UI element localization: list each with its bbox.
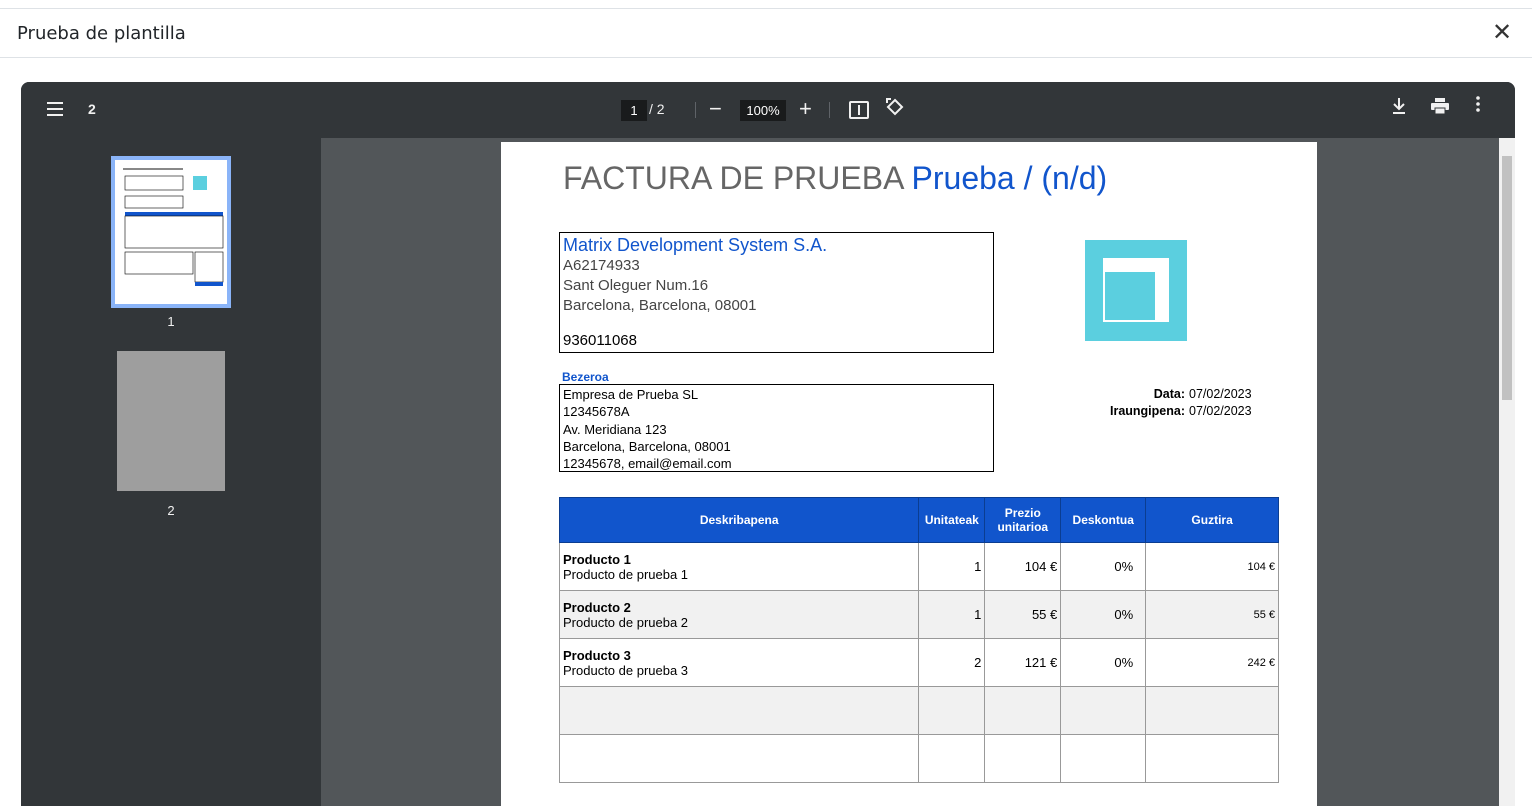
client-tax-id: 12345678A: [563, 404, 630, 420]
product-desc: Producto de prueba 1: [563, 566, 689, 582]
pdf-viewer: 2 1 / 2 − 100% + 1 2 FACTURA DE PRUEBA P…: [21, 82, 1515, 806]
table-row-empty: [558, 686, 1279, 735]
seller-box: Matrix Development System S.A. A62174933…: [559, 232, 994, 353]
client-label: Bezeroa: [562, 370, 609, 384]
page-number-input[interactable]: 1: [621, 100, 647, 121]
table-row: Producto 3 Producto de prueba 3 2 121 € 0…: [558, 638, 1279, 687]
price-cell: 121 €: [984, 638, 1062, 687]
col-description: Deskribapena: [558, 497, 920, 543]
invoice-title-main: FACTURA DE PRUEBA: [563, 160, 903, 196]
col-total: Guztira: [1145, 497, 1279, 543]
company-logo: [1085, 240, 1187, 341]
client-address: Av. Meridiana 123: [563, 421, 667, 437]
modal-title: Prueba de plantilla: [17, 23, 186, 44]
product-name: Producto 3: [563, 647, 631, 663]
invoice-meta: Data: 07/02/2023 Iraungipena: 07/02/2023: [1061, 386, 1261, 420]
price-cell: 55 €: [984, 590, 1062, 639]
discount-cell: 0%: [1060, 542, 1147, 591]
client-contact: 12345678, email@email.com: [563, 456, 732, 472]
scrollbar[interactable]: [1499, 138, 1515, 806]
items-table: Deskribapena Unitateak Prezio unitarioa …: [558, 497, 1279, 783]
fit-page-icon[interactable]: [849, 101, 869, 119]
due-value: 07/02/2023: [1189, 404, 1252, 418]
download-icon[interactable]: [1391, 97, 1407, 120]
price-cell: 104 €: [984, 542, 1062, 591]
zoom-in-button[interactable]: +: [799, 96, 812, 122]
seller-address: Sant Oleguer Num.16: [563, 277, 709, 294]
menu-icon[interactable]: [47, 102, 63, 116]
seller-phone: 936011068: [563, 332, 637, 349]
table-row-empty: [558, 734, 1279, 783]
units-cell: 1: [918, 542, 986, 591]
invoice-title: FACTURA DE PRUEBA Prueba / (n/d): [563, 160, 1107, 197]
due-label: Iraungipena:: [1109, 404, 1185, 418]
print-icon[interactable]: [1431, 98, 1449, 119]
client-box: Empresa de Prueba SL 12345678A Av. Merid…: [559, 384, 994, 472]
total-cell: 242 €: [1145, 638, 1279, 687]
seller-name: Matrix Development System S.A.: [563, 235, 828, 255]
invoice-title-accent: Prueba / (n/d): [911, 160, 1108, 196]
thumbnail-sidebar: 1 2: [21, 138, 321, 806]
toolbar-divider: [829, 102, 830, 118]
invoice-page: FACTURA DE PRUEBA Prueba / (n/d) Matrix …: [501, 142, 1317, 806]
modal-header: Prueba de plantilla ✕: [0, 8, 1532, 58]
date-value: 07/02/2023: [1189, 387, 1252, 401]
more-icon[interactable]: [1476, 96, 1480, 117]
thumbnail-label: 2: [167, 503, 175, 518]
total-cell: 104 €: [1145, 542, 1279, 591]
total-cell: 55 €: [1145, 590, 1279, 639]
page-count: / 2: [649, 101, 665, 117]
toolbar-divider: [695, 102, 696, 118]
page-thumbnail-1[interactable]: [111, 156, 231, 308]
close-icon[interactable]: ✕: [1490, 21, 1514, 45]
seller-city: Barcelona, Barcelona, 08001: [563, 297, 757, 314]
col-units: Unitateak: [918, 497, 986, 543]
discount-cell: 0%: [1060, 638, 1147, 687]
units-cell: 2: [918, 638, 986, 687]
zoom-input[interactable]: 100%: [740, 100, 786, 121]
product-name: Producto 1: [563, 551, 631, 567]
zoom-out-button[interactable]: −: [709, 96, 722, 122]
units-cell: 1: [918, 590, 986, 639]
client-name: Empresa de Prueba SL: [563, 387, 699, 402]
document-area[interactable]: FACTURA DE PRUEBA Prueba / (n/d) Matrix …: [321, 138, 1515, 806]
scrollbar-thumb[interactable]: [1502, 156, 1512, 400]
discount-cell: 0%: [1060, 590, 1147, 639]
table-row: Producto 1 Producto de prueba 1 1 104 € 0…: [558, 542, 1279, 591]
page-thumbnail-2[interactable]: [117, 351, 225, 491]
col-discount: Deskontua: [1060, 497, 1147, 543]
pdf-toolbar: 2 1 / 2 − 100% +: [21, 82, 1515, 138]
product-desc: Producto de prueba 3: [563, 662, 689, 678]
thumbnail-label: 1: [167, 314, 175, 329]
product-name: Producto 2: [563, 599, 631, 615]
table-row: Producto 2 Producto de prueba 2 1 55 € 0%…: [558, 590, 1279, 639]
col-unit-price: Prezio unitarioa: [984, 497, 1062, 543]
document-title: 2: [88, 101, 96, 117]
product-desc: Producto de prueba 2: [563, 614, 689, 630]
rotate-icon[interactable]: [885, 97, 905, 123]
seller-tax-id: A62174933: [563, 257, 640, 274]
date-label: Data:: [1153, 387, 1185, 401]
client-city: Barcelona, Barcelona, 08001: [563, 438, 731, 454]
